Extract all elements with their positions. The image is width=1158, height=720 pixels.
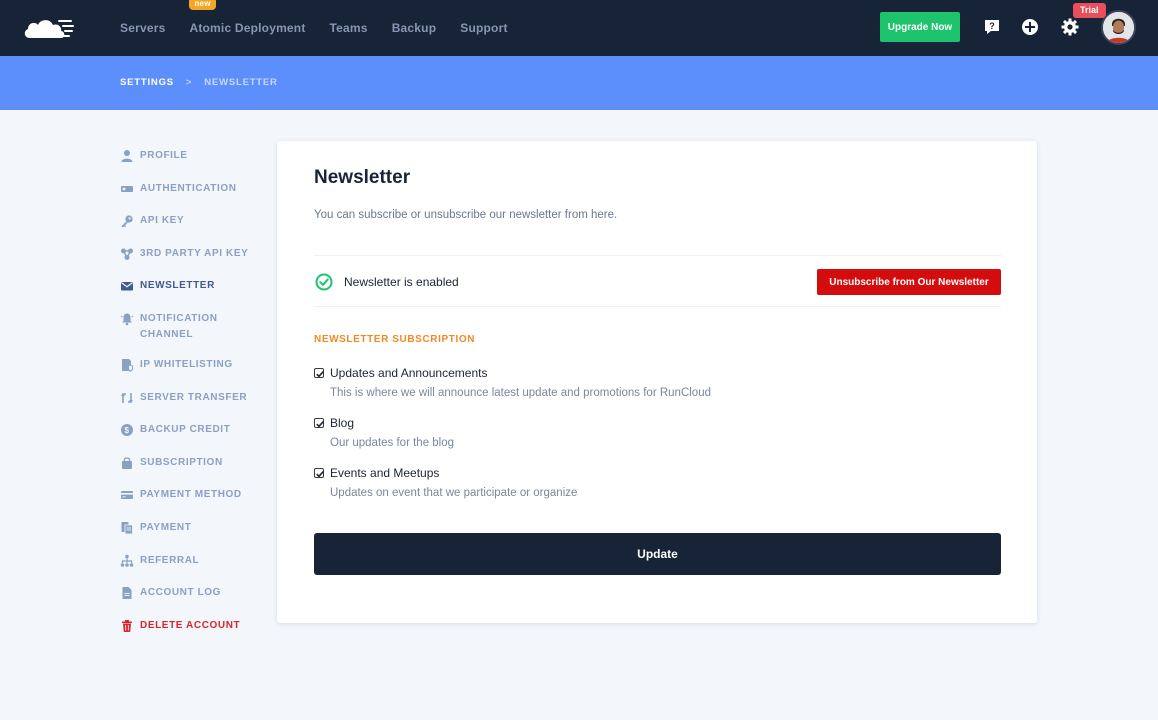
svg-text:$: $ [124, 426, 129, 435]
sidebar-item-3rd-party-api-key[interactable]: 3RD PARTY API KEY [120, 246, 270, 262]
blog-checkbox[interactable] [314, 418, 324, 428]
sidebar-item-label: API KEY [140, 215, 185, 227]
sidebar-item-ip-whitelisting[interactable]: IP WHITELISTING [120, 357, 270, 373]
option-label[interactable]: Events and Meetups [330, 466, 439, 480]
upgrade-now-button[interactable]: Upgrade Now [880, 12, 960, 42]
sidebar-item-delete-account[interactable]: DELETE ACCOUNT [120, 618, 270, 634]
breadcrumb: SETTINGS > NEWSLETTER [120, 77, 278, 88]
breadcrumb-bar: SETTINGS > NEWSLETTER [0, 56, 1158, 110]
main-nav: Servers new Atomic Deployment Teams Back… [120, 0, 532, 56]
new-badge: new [189, 0, 216, 10]
sidebar-item-label: NEWSLETTER [140, 280, 215, 292]
option-label[interactable]: Updates and Announcements [330, 366, 487, 380]
user-icon [121, 150, 133, 162]
checkmark-icon [316, 371, 324, 378]
sidebar-item-server-transfer[interactable]: SERVER TRANSFER [120, 390, 270, 406]
option-description: Our updates for the blog [330, 437, 455, 449]
trash-icon [122, 619, 132, 632]
sidebar-item-label: AUTHENTICATION [140, 182, 237, 194]
checkmark-icon [316, 421, 324, 428]
sidebar-item-label: PROFILE [140, 150, 188, 161]
checkmark-icon [316, 471, 324, 478]
sidebar-item-profile[interactable]: PROFILE [120, 148, 270, 164]
divider [314, 306, 1001, 307]
events-checkbox[interactable] [314, 468, 324, 478]
bell-icon [120, 313, 134, 326]
nav-atomic-deployment-label: Atomic Deployment [189, 21, 306, 35]
settings-icon[interactable] [1060, 17, 1080, 37]
nav-support-label: Support [460, 21, 508, 35]
option-description: Updates on event that we participate or … [330, 487, 578, 499]
breadcrumb-settings[interactable]: SETTINGS [120, 77, 174, 88]
sidebar-item-newsletter[interactable]: NEWSLETTER [120, 278, 270, 294]
option-description: This is where we will announce latest up… [330, 387, 711, 399]
nav-servers[interactable]: Servers [120, 21, 165, 35]
network-icon [120, 554, 134, 567]
breadcrumb-newsletter: NEWSLETTER [204, 77, 278, 88]
check-circle-icon [315, 273, 333, 291]
document-icon [122, 587, 132, 600]
sidebar-item-notification-channel[interactable]: NOTIFICATION CHANNEL [120, 311, 270, 343]
sidebar-item-label: 3RD PARTY API KEY [140, 247, 249, 259]
nav-servers-label: Servers [120, 21, 166, 35]
nav-support[interactable]: Support [460, 21, 507, 35]
runcloud-logo[interactable] [22, 14, 76, 42]
section-title: NEWSLETTER SUBSCRIPTION [314, 334, 476, 345]
credit-card-icon [121, 491, 133, 500]
sidebar-item-backup-credit[interactable]: $ BACKUP CREDIT [120, 422, 270, 438]
help-icon[interactable]: ? [982, 17, 1002, 37]
divider [314, 255, 1001, 256]
sidebar-item-label: IP WHITELISTING [140, 358, 233, 370]
sidebar-item-label: REFERRAL [140, 554, 200, 566]
page-title: Newsletter [314, 167, 411, 188]
nav-teams-label: Teams [329, 21, 368, 35]
sidebar-item-authentication[interactable]: AUTHENTICATION [120, 181, 270, 197]
sidebar-item-label: BACKUP CREDIT [140, 424, 231, 436]
svg-text:?: ? [989, 21, 995, 31]
sidebar-item-label: SUBSCRIPTION [140, 456, 223, 468]
key-icon [121, 215, 133, 228]
newsletter-status-row: Newsletter is enabled Unsubscribe from O… [314, 269, 1001, 299]
nav-atomic-deployment[interactable]: new Atomic Deployment [189, 0, 306, 35]
sidebar-item-account-log[interactable]: ACCOUNT LOG [120, 585, 270, 601]
transfer-icon [121, 392, 133, 403]
avatar-image [1103, 12, 1134, 43]
avatar[interactable] [1101, 10, 1136, 45]
sidebar-item-payment-method[interactable]: PAYMENT METHOD [120, 487, 270, 503]
sidebar-item-label: PAYMENT [140, 521, 192, 533]
status-text: Newsletter is enabled [344, 275, 459, 289]
dollar-icon: $ [121, 424, 133, 437]
envelope-icon [121, 282, 133, 291]
nav-backup[interactable]: Backup [392, 21, 437, 35]
newsletter-card: Newsletter You can subscribe or unsubscr… [277, 141, 1037, 623]
top-navbar: Servers new Atomic Deployment Teams Back… [0, 0, 1158, 56]
sidebar-item-api-key[interactable]: API KEY [120, 213, 270, 229]
connections-icon [121, 248, 133, 260]
sidebar-item-label: PAYMENT METHOD [140, 489, 242, 501]
sidebar-item-label: ACCOUNT LOG [140, 587, 222, 599]
receipt-icon [121, 521, 133, 535]
nav-teams[interactable]: Teams [330, 21, 368, 35]
sidebar-item-label: NOTIFICATION CHANNEL [140, 312, 218, 340]
key-card-icon [121, 185, 133, 192]
sidebar-item-subscription[interactable]: SUBSCRIPTION [120, 455, 270, 471]
shield-doc-icon [122, 358, 133, 372]
sidebar-item-referral[interactable]: REFERRAL [120, 553, 270, 569]
unsubscribe-button[interactable]: Unsubscribe from Our Newsletter [817, 269, 1001, 295]
nav-backup-label: Backup [391, 21, 437, 35]
option-label[interactable]: Blog [330, 416, 354, 430]
sidebar-item-label: DELETE ACCOUNT [140, 619, 241, 631]
add-icon[interactable] [1020, 17, 1040, 37]
updates-checkbox[interactable] [314, 368, 324, 378]
sidebar-item-payment[interactable]: PAYMENT [120, 520, 270, 536]
update-button[interactable]: Update [314, 533, 1001, 575]
settings-sidebar: PROFILE AUTHENTICATION API KEY 3RD PARTY… [120, 148, 270, 650]
trial-badge: Trial [1073, 3, 1106, 18]
page-description: You can subscribe or unsubscribe our new… [314, 209, 618, 221]
sidebar-item-label: SERVER TRANSFER [140, 391, 248, 403]
bag-icon [122, 457, 132, 469]
breadcrumb-separator: > [185, 77, 193, 88]
